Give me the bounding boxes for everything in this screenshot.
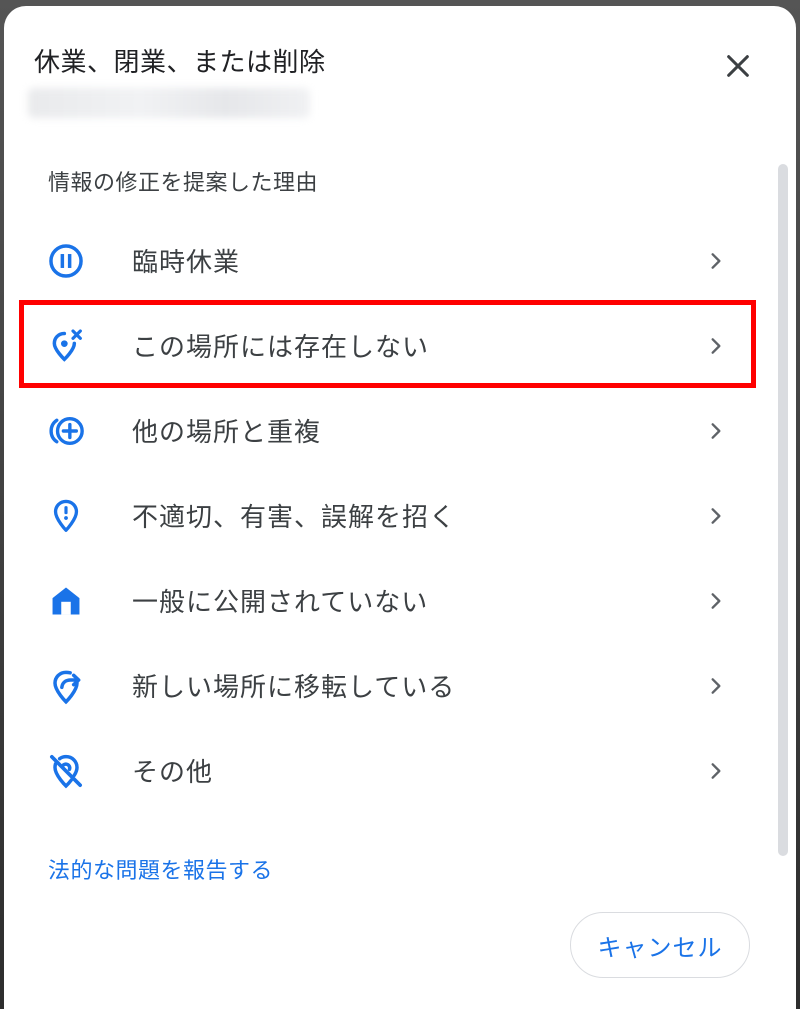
reason-item-does-not-exist[interactable]: この場所には存在しない <box>4 303 774 388</box>
reason-label: この場所には存在しない <box>132 333 430 363</box>
reason-item-not-public[interactable]: 一般に公開されていない <box>4 558 774 643</box>
location-moved-icon <box>46 666 86 706</box>
place-address-redacted <box>28 88 310 118</box>
reason-label: その他 <box>132 758 214 788</box>
home-icon <box>46 581 86 621</box>
reason-label: 新しい場所に移転している <box>132 673 456 703</box>
chevron-right-icon <box>704 249 728 273</box>
pause-circle-icon <box>46 241 86 281</box>
reason-label: 臨時休業 <box>132 248 241 278</box>
location-alert-icon <box>46 496 86 536</box>
reason-item-other[interactable]: その他 <box>4 728 774 813</box>
chevron-right-icon <box>704 674 728 698</box>
close-button[interactable] <box>716 44 760 88</box>
report-legal-issue-link[interactable]: 法的な問題を報告する <box>48 856 273 888</box>
reason-item-temporarily-closed[interactable]: 臨時休業 <box>4 218 774 303</box>
reason-label: 不適切、有害、誤解を招く <box>132 503 457 533</box>
reason-label: 一般に公開されていない <box>132 588 429 618</box>
report-dialog: 休業、閉業、または削除 情報の修正を提案した理由 臨時休業 この場所には存在しな… <box>4 6 796 1009</box>
chevron-right-icon <box>704 589 728 613</box>
chevron-right-icon <box>704 504 728 528</box>
add-duplicate-icon <box>46 411 86 451</box>
reason-list: 臨時休業 この場所には存在しない 他の場所と重複 不適切、有害、誤解を招く 一般… <box>4 218 774 813</box>
reason-item-moved[interactable]: 新しい場所に移転している <box>4 643 774 728</box>
dialog-title: 休業、閉業、または削除 <box>34 48 326 78</box>
location-off-icon <box>46 751 86 791</box>
scrollbar[interactable] <box>778 164 788 856</box>
reason-item-duplicate[interactable]: 他の場所と重複 <box>4 388 774 473</box>
chevron-right-icon <box>704 419 728 443</box>
reason-label: 他の場所と重複 <box>132 418 322 448</box>
chevron-right-icon <box>704 759 728 783</box>
section-label: 情報の修正を提案した理由 <box>48 171 319 196</box>
close-icon <box>727 55 749 77</box>
chevron-right-icon <box>704 334 728 358</box>
cancel-button[interactable]: キャンセル <box>570 912 750 978</box>
location-off-x-icon <box>46 326 86 366</box>
reason-item-inappropriate[interactable]: 不適切、有害、誤解を招く <box>4 473 774 558</box>
